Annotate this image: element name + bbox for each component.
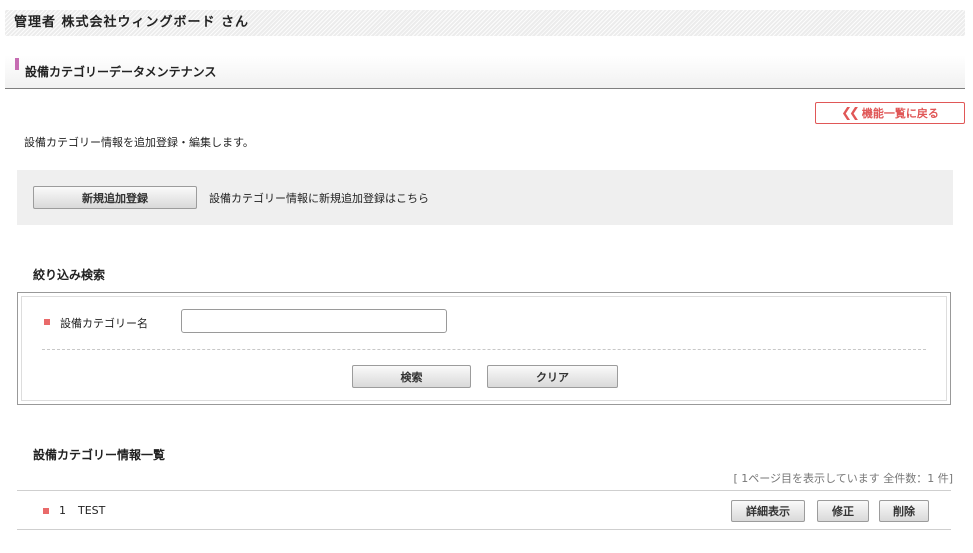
add-panel: 新規追加登録 設備カテゴリー情報に新規追加登録はこちら (17, 170, 953, 225)
back-to-menu-button[interactable]: ❮❮ 機能一覧に戻る (815, 102, 965, 124)
delete-button[interactable]: 削除 (879, 500, 929, 522)
back-to-menu-label: 機能一覧に戻る (861, 107, 939, 120)
search-panel: 設備カテゴリー名 検索 クリア (17, 292, 951, 405)
edit-button[interactable]: 修正 (817, 500, 869, 522)
table-row: 1 TEST 詳細表示 修正 削除 (17, 490, 951, 530)
row-category-name: TEST (78, 504, 106, 517)
page-title: 設備カテゴリーデータメンテナンス (25, 65, 217, 79)
result-count: [ 1ページ目を表示しています 全件数：1 件] (733, 472, 953, 485)
intro-text: 設備カテゴリー情報を追加登録・編集します。 (24, 136, 254, 149)
divider (42, 349, 926, 350)
double-chevron-left-icon: ❮❮ (841, 105, 860, 121)
row-index: 1 (59, 504, 66, 517)
search-section-title: 絞り込み検索 (33, 268, 106, 282)
search-panel-inner: 設備カテゴリー名 検索 クリア (21, 296, 947, 401)
square-bullet-icon (44, 319, 50, 325)
clear-button[interactable]: クリア (487, 365, 618, 388)
search-button[interactable]: 検索 (352, 365, 471, 388)
category-name-input[interactable] (181, 309, 447, 333)
list-section-title: 設備カテゴリー情報一覧 (33, 448, 166, 462)
category-name-label: 設備カテゴリー名 (60, 317, 148, 330)
page-header: 設備カテゴリーデータメンテナンス (5, 55, 965, 89)
detail-button[interactable]: 詳細表示 (731, 500, 805, 522)
title-accent-bar (15, 58, 19, 70)
square-bullet-icon (43, 508, 49, 514)
add-new-button[interactable]: 新規追加登録 (33, 186, 197, 209)
add-description: 設備カテゴリー情報に新規追加登録はこちら (209, 192, 429, 205)
user-name-text: 管理者 株式会社ウィングボード さん (14, 15, 250, 30)
user-header: 管理者 株式会社ウィングボード さん (5, 10, 965, 36)
